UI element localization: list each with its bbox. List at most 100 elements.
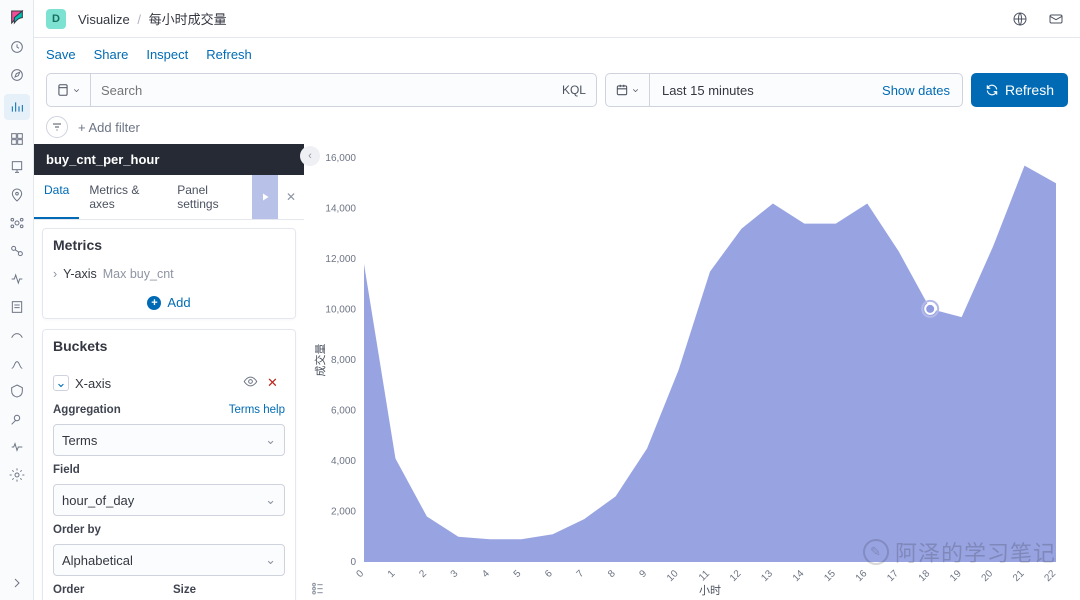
metric-row[interactable]: › Y-axis Max buy_cnt bbox=[43, 261, 295, 287]
kql-toggle[interactable]: KQL bbox=[552, 83, 596, 97]
svg-text:成交量: 成交量 bbox=[313, 344, 327, 377]
save-link[interactable]: Save bbox=[46, 47, 76, 62]
svg-text:10: 10 bbox=[665, 568, 681, 584]
add-metric-button[interactable]: +Add bbox=[43, 287, 295, 318]
breadcrumb: Visualize / 每小时成交量 bbox=[78, 9, 227, 28]
svg-text:20: 20 bbox=[980, 568, 996, 584]
aggregation-select[interactable]: Terms⌄ bbox=[53, 424, 285, 456]
tab-metrics-axes[interactable]: Metrics & axes bbox=[79, 175, 167, 219]
tab-data[interactable]: Data bbox=[34, 175, 79, 219]
svg-text:21: 21 bbox=[1011, 568, 1027, 584]
filter-options-icon[interactable] bbox=[46, 116, 68, 138]
svg-text:4: 4 bbox=[480, 568, 492, 580]
discard-button[interactable]: ✕ bbox=[278, 175, 304, 219]
svg-text:2: 2 bbox=[417, 568, 429, 580]
apply-button[interactable] bbox=[252, 175, 278, 219]
legend-toggle-icon[interactable] bbox=[310, 580, 328, 598]
nav-rail bbox=[0, 0, 34, 600]
share-link[interactable]: Share bbox=[94, 47, 129, 62]
svg-text:14,000: 14,000 bbox=[325, 204, 356, 215]
metric-label: Y-axis bbox=[63, 267, 97, 281]
svg-text:0: 0 bbox=[354, 568, 366, 580]
rail-recent-icon[interactable] bbox=[8, 38, 26, 56]
rail-canvas-icon[interactable] bbox=[8, 158, 26, 176]
rail-collapse-icon[interactable] bbox=[8, 574, 26, 592]
orderby-label: Order by bbox=[53, 524, 285, 536]
rail-dashboard-icon[interactable] bbox=[8, 130, 26, 148]
rail-logs-icon[interactable] bbox=[8, 298, 26, 316]
svg-text:2,000: 2,000 bbox=[331, 507, 356, 518]
plus-icon: + bbox=[147, 296, 161, 310]
svg-text:4,000: 4,000 bbox=[331, 456, 356, 467]
area-chart[interactable]: 02,0004,0006,0008,00010,00012,00014,0001… bbox=[308, 152, 1066, 596]
svg-text:12,000: 12,000 bbox=[325, 254, 356, 265]
breadcrumb-app[interactable]: Visualize bbox=[78, 12, 130, 27]
svg-text:13: 13 bbox=[759, 568, 775, 584]
topbar: D Visualize / 每小时成交量 bbox=[34, 0, 1080, 38]
svg-text:16,000: 16,000 bbox=[325, 153, 356, 164]
breadcrumb-title: 每小时成交量 bbox=[149, 12, 227, 27]
aggregation-label: AggregationTerms help bbox=[53, 404, 285, 416]
chevron-down-icon[interactable]: ⌄ bbox=[53, 375, 69, 391]
remove-bucket-icon[interactable]: ✕ bbox=[267, 375, 285, 391]
svg-text:22: 22 bbox=[1042, 568, 1058, 584]
rail-graph-icon[interactable] bbox=[8, 242, 26, 260]
kibana-logo-icon[interactable] bbox=[6, 6, 28, 28]
search-input[interactable] bbox=[91, 83, 552, 98]
bucket-label: X-axis bbox=[75, 376, 237, 391]
date-range[interactable]: Last 15 minutes bbox=[650, 83, 870, 98]
rail-siem-icon[interactable] bbox=[8, 382, 26, 400]
size-label: Size bbox=[173, 584, 285, 596]
metrics-heading: Metrics bbox=[43, 229, 295, 261]
svg-text:小时: 小时 bbox=[699, 584, 721, 596]
svg-text:10,000: 10,000 bbox=[325, 305, 356, 316]
tab-panel-settings[interactable]: Panel settings bbox=[167, 175, 252, 219]
mail-icon[interactable] bbox=[1044, 7, 1068, 31]
filter-bar: + Add filter bbox=[34, 110, 1080, 144]
add-filter-button[interactable]: + Add filter bbox=[78, 120, 140, 135]
rail-tools-icon[interactable] bbox=[8, 410, 26, 428]
toggle-visibility-icon[interactable] bbox=[243, 374, 261, 392]
rail-monitor-icon[interactable] bbox=[8, 438, 26, 456]
rail-discover-icon[interactable] bbox=[8, 66, 26, 84]
chevron-right-icon: › bbox=[53, 267, 57, 281]
quick-select-button[interactable] bbox=[606, 74, 650, 106]
svg-text:16: 16 bbox=[854, 568, 870, 584]
svg-text:5: 5 bbox=[512, 568, 524, 580]
refresh-button-label: Refresh bbox=[1005, 82, 1054, 98]
rail-ml-icon[interactable] bbox=[8, 214, 26, 232]
metrics-card: Metrics › Y-axis Max buy_cnt +Add bbox=[42, 228, 296, 319]
svg-text:6: 6 bbox=[543, 568, 555, 580]
action-bar: Save Share Inspect Refresh bbox=[34, 38, 1080, 70]
field-select[interactable]: hour_of_day⌄ bbox=[53, 484, 285, 516]
buckets-heading: Buckets bbox=[43, 330, 295, 362]
newsfeed-icon[interactable] bbox=[1008, 7, 1032, 31]
orderby-select[interactable]: Alphabetical⌄ bbox=[53, 544, 285, 576]
svg-text:3: 3 bbox=[449, 568, 461, 580]
svg-text:18: 18 bbox=[917, 568, 933, 584]
rail-visualize-icon[interactable] bbox=[4, 94, 30, 120]
svg-text:7: 7 bbox=[575, 568, 587, 580]
rail-maps-icon[interactable] bbox=[8, 186, 26, 204]
svg-text:17: 17 bbox=[885, 568, 901, 584]
saved-queries-button[interactable] bbox=[47, 74, 91, 106]
inspect-link[interactable]: Inspect bbox=[146, 47, 188, 62]
rail-apm-icon[interactable] bbox=[8, 270, 26, 288]
field-label: Field bbox=[53, 464, 285, 476]
svg-text:15: 15 bbox=[822, 568, 838, 584]
svg-text:0: 0 bbox=[350, 557, 356, 568]
show-dates-link[interactable]: Show dates bbox=[870, 83, 962, 98]
query-bar: KQL Last 15 minutes Show dates Refresh bbox=[34, 70, 1080, 110]
rail-uptime-icon[interactable] bbox=[8, 326, 26, 344]
terms-help-link[interactable]: Terms help bbox=[229, 404, 285, 416]
rail-settings-icon[interactable] bbox=[8, 466, 26, 484]
space-badge[interactable]: D bbox=[46, 9, 66, 29]
metric-agg: Max buy_cnt bbox=[103, 267, 174, 281]
chart-area: 02,0004,0006,0008,00010,00012,00014,0001… bbox=[304, 144, 1080, 600]
svg-text:11: 11 bbox=[697, 568, 712, 583]
refresh-link[interactable]: Refresh bbox=[206, 47, 252, 62]
svg-text:9: 9 bbox=[638, 568, 650, 580]
svg-text:1: 1 bbox=[386, 568, 398, 580]
rail-metrics-icon[interactable] bbox=[8, 354, 26, 372]
refresh-button[interactable]: Refresh bbox=[971, 73, 1068, 107]
